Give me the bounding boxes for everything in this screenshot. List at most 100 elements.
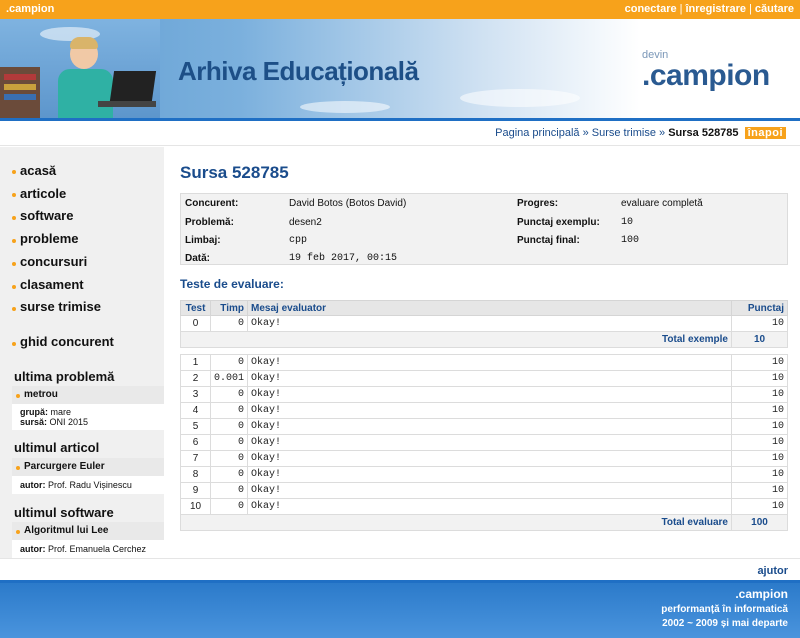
site-title[interactable]: Arhiva Educațională: [178, 56, 419, 87]
table-row: 8 0 Okay! 10: [180, 466, 788, 483]
cell-time: 0: [209, 354, 249, 371]
cell-msg: Okay!: [247, 354, 732, 371]
table-row: 2 0.001 Okay! 10: [180, 370, 788, 387]
last-problem-name[interactable]: metrou: [24, 389, 58, 400]
sidebar-item-surse-trimise[interactable]: surse trimise: [20, 299, 101, 314]
top-brand[interactable]: .campion: [6, 3, 54, 15]
last-article-name[interactable]: Parcurgere Euler: [24, 461, 105, 472]
bullet-icon: [12, 216, 16, 220]
bullet-icon: [12, 239, 16, 243]
cell-time: 0.001: [209, 370, 249, 387]
login-link[interactable]: conectare: [625, 3, 677, 15]
progress-value: evaluare completă: [621, 198, 703, 209]
cell-test: 6: [180, 434, 211, 451]
last-article-item[interactable]: Parcurgere Euler: [12, 458, 164, 476]
cell-msg: Okay!: [247, 450, 732, 467]
cell-msg: Okay!: [247, 402, 732, 419]
breadcrumb-submissions[interactable]: Surse trimise: [592, 127, 656, 139]
cell-msg: Okay!: [247, 498, 732, 515]
cell-test: 8: [180, 466, 211, 483]
cell-msg: Okay!: [247, 370, 732, 387]
cell-score: 10: [731, 482, 788, 499]
campion-logo[interactable]: devin .campion: [642, 49, 792, 109]
table-row: 9 0 Okay! 10: [180, 482, 788, 499]
cell-time: 0: [209, 498, 249, 515]
top-bar: .campion conectare | înregistrare | căutare: [0, 0, 800, 19]
cell-test: 7: [180, 450, 211, 467]
breadcrumb-bar: Pagina principală » Surse trimise » Surs…: [0, 121, 800, 146]
sidebar-item-clasament[interactable]: clasament: [20, 277, 84, 292]
problem-link[interactable]: desen2: [289, 217, 322, 228]
logo-name: .campion: [642, 59, 770, 92]
date-value: 19 feb 2017, 00:15: [289, 253, 398, 264]
cell-time: 0: [209, 402, 249, 419]
table-row: 4 0 Okay! 10: [180, 402, 788, 419]
cell-test: 5: [180, 418, 211, 435]
table-row: 0 0 Okay! 10: [180, 315, 788, 332]
cell-score: 10: [731, 498, 788, 515]
sidebar-item-ghid-concurent[interactable]: ghid concurent: [20, 334, 114, 349]
cell-msg: Okay!: [247, 434, 732, 451]
evaluation-total-row: Total evaluare 100: [180, 514, 788, 531]
cell-time: 0: [209, 418, 249, 435]
help-bar: ajutor: [0, 558, 800, 580]
bullet-icon: [16, 530, 20, 534]
sidebar-item-articole[interactable]: articole: [20, 186, 66, 201]
site-footer: .campion performanță în informatică 2002…: [0, 580, 800, 638]
footer-tagline: performanță în informatică: [661, 604, 788, 615]
sidebar-item-concursuri[interactable]: concursuri: [20, 254, 87, 269]
last-software-item[interactable]: Algoritmul lui Lee: [12, 522, 164, 540]
cell-score: 10: [731, 402, 788, 419]
bullet-icon: [12, 307, 16, 311]
cell-score: 10: [731, 450, 788, 467]
cell-msg: Okay!: [247, 418, 732, 435]
bullet-icon: [12, 342, 16, 346]
table-row: 5 0 Okay! 10: [180, 418, 788, 435]
language-value: cpp: [289, 235, 308, 246]
cell-time: 0: [209, 434, 249, 451]
cell-time: 0: [209, 482, 249, 499]
breadcrumb: Pagina principală » Surse trimise » Surs…: [495, 127, 786, 139]
cell-msg: Okay!: [247, 315, 732, 332]
cell-test: 3: [180, 386, 211, 403]
cell-time: 0: [209, 386, 249, 403]
example-score: 10: [621, 217, 634, 228]
back-button[interactable]: înapoi: [744, 127, 786, 139]
last-problem-item[interactable]: metrou: [12, 386, 164, 404]
last-software-heading: ultimul software: [14, 505, 114, 520]
sidebar: acasă articole software probleme concurs…: [0, 147, 164, 559]
bullet-icon: [12, 262, 16, 266]
sidebar-item-software[interactable]: software: [20, 208, 73, 223]
bullet-icon: [12, 193, 16, 197]
cell-test: 0: [180, 315, 211, 332]
breadcrumb-current: Sursa 528785: [668, 127, 739, 139]
last-software-details: autor: Prof. Emanuela Cerchez: [12, 540, 164, 558]
contestant-link[interactable]: David Botos (Botos David): [289, 198, 406, 209]
breadcrumb-home[interactable]: Pagina principală: [495, 127, 579, 139]
cell-score: 10: [731, 418, 788, 435]
site-header: Arhiva Educațională devin .campion: [0, 19, 800, 118]
table-row: 3 0 Okay! 10: [180, 386, 788, 403]
example-total-row: Total exemple 10: [180, 331, 788, 348]
final-score: 100: [621, 235, 640, 246]
last-software-name[interactable]: Algoritmul lui Lee: [24, 525, 108, 536]
cell-score: 10: [731, 466, 788, 483]
header-photo: [0, 19, 160, 118]
top-links: conectare | înregistrare | căutare: [624, 3, 794, 15]
table-row: 6 0 Okay! 10: [180, 434, 788, 451]
footer-brand: .campion: [735, 587, 788, 601]
search-link[interactable]: căutare: [755, 3, 794, 15]
table-row: 10 0 Okay! 10: [180, 498, 788, 515]
cell-score: 10: [731, 386, 788, 403]
cell-test: 10: [180, 498, 211, 515]
sidebar-item-acasa[interactable]: acasă: [20, 163, 56, 178]
bullet-icon: [12, 285, 16, 289]
help-link[interactable]: ajutor: [757, 565, 788, 577]
tests-table: Test Timp Mesaj evaluator Punctaj 0 0 Okay…: [180, 300, 788, 531]
cell-test: 1: [180, 354, 211, 371]
cell-msg: Okay!: [247, 386, 732, 403]
sidebar-item-probleme[interactable]: probleme: [20, 231, 79, 246]
footer-years: 2002 ~ 2009 și mai departe: [662, 618, 788, 629]
register-link[interactable]: înregistrare: [685, 3, 746, 15]
cell-score: 10: [731, 354, 788, 371]
